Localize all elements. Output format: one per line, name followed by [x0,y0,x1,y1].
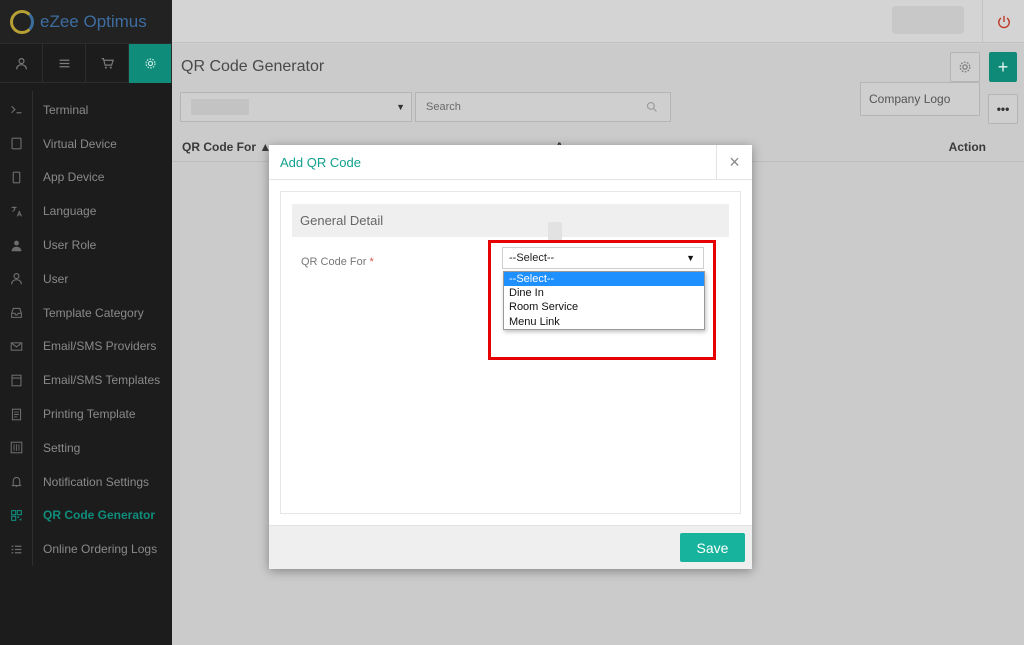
envelope-icon [0,340,33,353]
modal-title: Add QR Code [280,154,361,170]
template-icon [0,374,33,387]
modal-header: Add QR Code × [269,145,752,180]
logo-mark-icon [10,9,34,34]
top-bar [172,0,1024,43]
modal-footer: Save [269,525,752,569]
user-role-icon [0,239,33,252]
search-input[interactable]: Search [415,92,671,122]
sidebar-item-printing-template[interactable]: Printing Template [0,397,172,431]
sidebar-item-label: Template Category [43,305,144,320]
modal-body: General Detail QR Code For * --Select-- … [280,191,741,514]
sidebar-item-qr-code-generator[interactable]: QR Code Generator [0,499,172,533]
sidebar-item-language[interactable]: Language [0,194,172,228]
sidebar-item-template-category[interactable]: Template Category [0,296,172,330]
search-icon [646,101,657,112]
add-qr-code-modal: Add QR Code × General Detail QR Code For… [269,145,752,569]
power-icon [997,15,1010,28]
sidebar-item-app-device[interactable]: App Device [0,161,172,195]
dropdown-option[interactable]: Room Service [504,300,704,314]
cart-icon [101,58,114,69]
top-bar-user-area[interactable] [892,6,964,34]
sidebar-item-notification-settings[interactable]: Notification Settings [0,465,172,499]
sidebar-item-label: Printing Template [43,407,136,422]
app-name: eZee Optimus [40,11,147,31]
sidebar-item-label: QR Code Generator [43,508,156,523]
sidebar-item-label: User [43,271,69,286]
section-general-detail: General Detail [292,204,729,237]
sidebar-item-label: App Device [43,170,105,185]
sidebar-tabs [0,43,172,83]
setting-icon [0,441,33,454]
scroll-handle[interactable] [548,222,562,242]
hamburger-icon [59,59,69,68]
column-action: Action [948,139,986,154]
tab-settings[interactable] [129,44,172,83]
sidebar-item-terminal[interactable]: Terminal [0,93,172,127]
document-icon [0,408,33,421]
sidebar-item-label: Setting [43,440,81,455]
user-icon [15,58,27,70]
sidebar-item-label: Email/SMS Providers [43,339,157,354]
sidebar-item-setting[interactable]: Setting [0,431,172,465]
qr-icon [0,509,33,522]
sidebar-item-label: Email/SMS Templates [43,373,161,388]
sidebar-item-user-role[interactable]: User Role [0,228,172,262]
mobile-icon [0,171,33,184]
list-icon [0,543,33,556]
sidebar-item-label: Online Ordering Logs [43,542,158,557]
app-logo[interactable]: eZee Optimus [0,0,172,43]
grid-settings-button[interactable] [950,52,980,82]
filter-select[interactable]: ▼ [180,92,412,122]
qr-code-for-select[interactable]: --Select-- ▼ [502,247,704,269]
qr-code-for-label: QR Code For * [301,256,374,268]
sidebar-item-online-ordering-logs[interactable]: Online Ordering Logs [0,532,172,566]
plus-icon: + [997,56,1009,77]
sidebar-item-virtual-device[interactable]: Virtual Device [0,127,172,161]
tablet-icon [0,137,33,150]
save-button[interactable]: Save [680,533,745,562]
language-icon [0,205,33,218]
dropdown-option[interactable]: Dine In [504,286,704,300]
sidebar-item-label: User Role [43,238,97,253]
tab-cart[interactable] [86,44,129,83]
company-logo-option[interactable]: Company Logo [860,82,980,116]
required-mark: * [369,256,374,268]
close-icon: × [729,152,740,172]
tab-menu[interactable] [43,44,86,83]
more-options-button[interactable]: ••• [988,94,1018,124]
caret-down-icon: ▼ [686,253,695,263]
select-value: --Select-- [509,252,555,264]
logout-button[interactable] [982,0,1024,43]
column-qr-code-for[interactable]: QR Code For ▲ [182,140,271,154]
sidebar-item-email-sms-templates[interactable]: Email/SMS Templates [0,363,172,397]
sidebar-item-label: Terminal [43,102,89,117]
bell-icon [0,475,33,488]
dropdown-option[interactable]: --Select-- [504,272,704,287]
inbox-icon [0,306,33,319]
sidebar-item-label: Language [43,204,97,219]
caret-down-icon: ▼ [396,102,405,112]
sidebar-item-email-sms-providers[interactable]: Email/SMS Providers [0,330,172,364]
sidebar: eZee Optimus Terminal Virtual Device App D… [0,0,172,645]
add-button[interactable]: + [989,52,1017,82]
search-placeholder: Search [426,101,461,113]
gear-icon [144,58,156,69]
tab-user[interactable] [0,44,43,83]
gear-icon [959,61,971,73]
close-button[interactable]: × [716,145,752,180]
sidebar-menu: Terminal Virtual Device App Device Language… [0,83,172,567]
user-icon [0,272,33,285]
qr-code-for-dropdown: --Select-- Dine In Room Service Menu Link [503,271,705,330]
field-label-text: QR Code For [301,256,367,268]
filter-select-value [191,99,249,115]
sidebar-item-label: Notification Settings [43,474,150,489]
page-title: QR Code Generator [181,58,325,75]
sidebar-item-label: Virtual Device [43,136,117,151]
dropdown-option[interactable]: Menu Link [504,315,704,329]
sidebar-item-user[interactable]: User [0,262,172,296]
terminal-icon [0,103,33,116]
